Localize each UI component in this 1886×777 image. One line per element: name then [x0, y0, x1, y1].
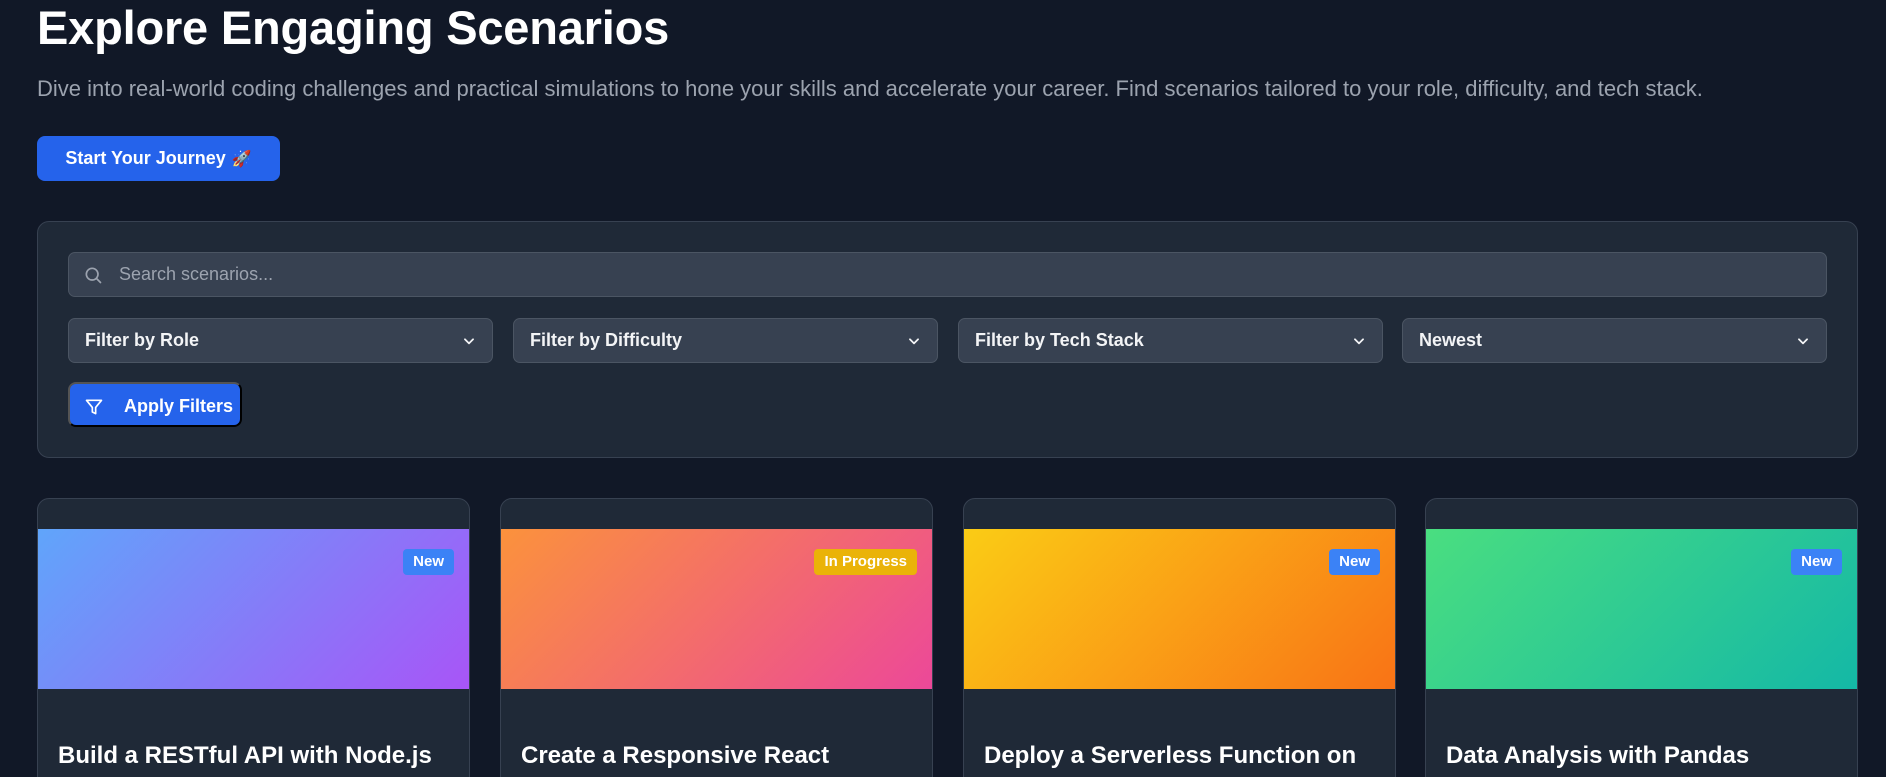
card-title[interactable]: Build a RESTful API with Node.js	[58, 742, 432, 770]
status-badge: In Progress	[814, 549, 917, 575]
chevron-down-icon	[1354, 338, 1364, 345]
search-icon	[85, 267, 102, 284]
scenarios-page: Explore Engaging Scenarios Dive into rea…	[0, 0, 1886, 777]
scenario-card[interactable]: In Progress Create a Responsive React	[500, 498, 933, 777]
status-badge: New	[1329, 549, 1380, 575]
scenario-card[interactable]: New Deploy a Serverless Function on	[963, 498, 1396, 777]
card-title[interactable]: Deploy a Serverless Function on	[984, 742, 1356, 770]
filter-difficulty-select[interactable]: Filter by Difficulty	[513, 318, 938, 363]
filter-difficulty-label: Filter by Difficulty	[530, 330, 683, 350]
apply-filters-label: Apply Filters	[124, 396, 234, 416]
filter-tech-stack-select[interactable]: Filter by Tech Stack	[958, 318, 1383, 363]
search-input[interactable]: Search scenarios...	[68, 252, 1827, 297]
card-banner-image: In Progress	[501, 529, 932, 689]
card-title[interactable]: Create a Responsive React	[521, 742, 829, 770]
chevron-down-icon	[1798, 338, 1808, 345]
card-title[interactable]: Data Analysis with Pandas	[1446, 742, 1749, 770]
card-banner-image: New	[964, 529, 1395, 689]
chevron-down-icon	[464, 338, 474, 345]
page-subtitle: Dive into real-world coding challenges a…	[37, 76, 1703, 101]
apply-filters-button[interactable]: Apply Filters	[68, 382, 242, 427]
filter-panel: Search scenarios... Filter by Role Filte…	[37, 221, 1858, 458]
sort-select[interactable]: Newest	[1402, 318, 1827, 363]
sort-label: Newest	[1419, 330, 1483, 350]
filter-role-select[interactable]: Filter by Role	[68, 318, 493, 363]
search-placeholder: Search scenarios...	[119, 264, 274, 284]
scenario-card[interactable]: New Build a RESTful API with Node.js	[37, 498, 470, 777]
filter-role-label: Filter by Role	[85, 330, 200, 350]
rocket-icon: 🚀	[231, 150, 252, 168]
page-title: Explore Engaging Scenarios	[37, 1, 670, 54]
start-journey-button[interactable]: Start Your Journey 🚀	[37, 136, 280, 181]
funnel-icon	[85, 399, 103, 415]
card-banner-image: New	[1426, 529, 1857, 689]
start-journey-label: Start Your Journey	[65, 148, 226, 168]
status-badge: New	[1791, 549, 1842, 575]
scenario-card[interactable]: New Data Analysis with Pandas	[1425, 498, 1858, 777]
card-banner-image: New	[38, 529, 469, 689]
filter-tech-stack-label: Filter by Tech Stack	[975, 330, 1144, 350]
status-badge: New	[403, 549, 454, 575]
chevron-down-icon	[909, 338, 919, 345]
